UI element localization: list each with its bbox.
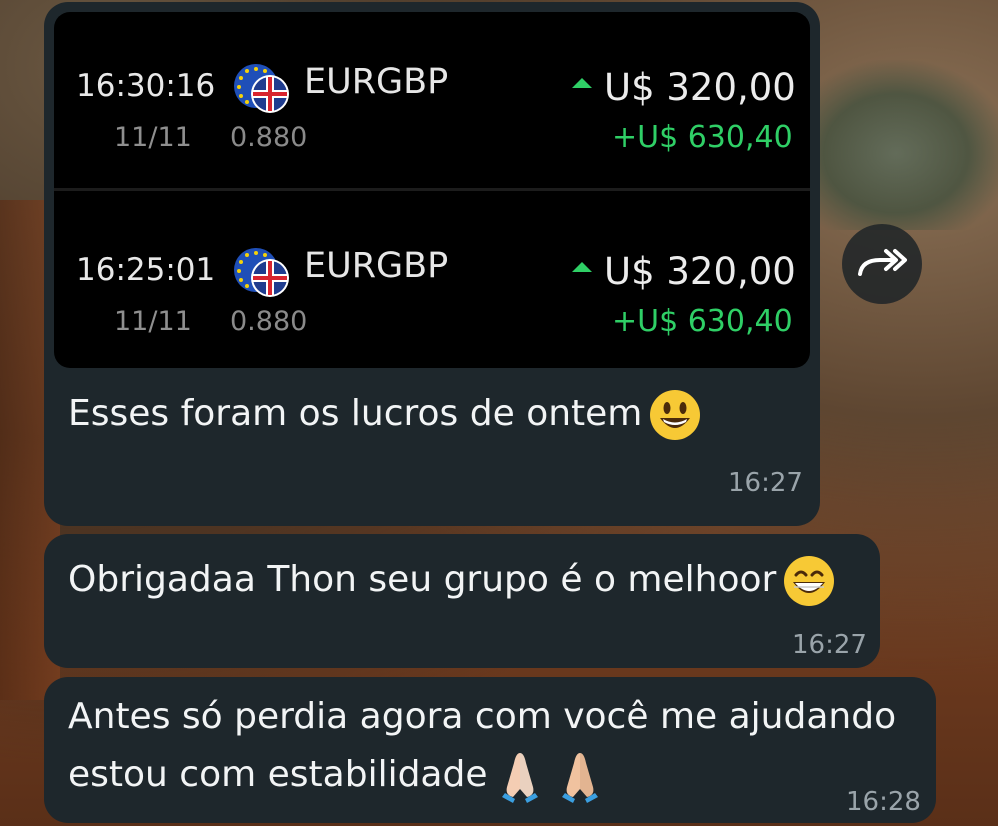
- message-timestamp: 16:28: [846, 787, 921, 817]
- folded-hands-emoji: [502, 753, 539, 803]
- trade-profit: +U$ 630,40: [612, 304, 793, 339]
- trade-date: 11/11: [114, 306, 192, 337]
- message-text: Obrigadaa Thon seu grupo é o melhoor: [68, 552, 836, 608]
- trade-time: 16:25:01: [76, 252, 216, 288]
- message-bubble[interactable]: Obrigadaa Thon seu grupo é o melhoor 16:…: [44, 534, 880, 668]
- message-text-line: Antes só perdia agora com você me ajudan…: [68, 696, 897, 737]
- trade-amount: U$ 320,00: [604, 250, 796, 293]
- message-timestamp: 16:27: [728, 468, 803, 498]
- trade-date: 11/11: [114, 122, 192, 153]
- message-text: estou com estabilidade: [68, 747, 607, 803]
- message-text-content: Obrigadaa Thon seu grupo é o melhoor: [68, 559, 777, 600]
- trade-amount: U$ 320,00: [604, 66, 796, 109]
- trade-price: 0.880: [230, 122, 308, 153]
- forward-button[interactable]: [842, 224, 922, 304]
- message-text: Esses foram os lucros de ontem: [68, 386, 702, 442]
- trade-profit: +U$ 630,40: [612, 120, 793, 155]
- beaming-face-emoji: [784, 556, 835, 606]
- row-divider: [54, 188, 810, 191]
- up-arrow-icon: [572, 78, 592, 88]
- trade-history-image[interactable]: 16:30:16 11/11 EURGBP 0.880 U$ 320,00 +U…: [54, 12, 810, 368]
- message-bubble-image[interactable]: 16:30:16 11/11 EURGBP 0.880 U$ 320,00 +U…: [44, 2, 820, 526]
- trade-pair: EURGBP: [304, 62, 449, 102]
- trade-price: 0.880: [230, 306, 308, 337]
- background-scarf: [820, 60, 998, 230]
- up-arrow-icon: [572, 262, 592, 272]
- grinning-face-emoji: [650, 390, 701, 440]
- message-text-content: estou com estabilidade: [68, 754, 488, 795]
- folded-hands-emoji: [562, 753, 599, 803]
- forward-arrow-icon: [858, 249, 907, 276]
- message-text-content: Esses foram os lucros de ontem: [68, 393, 643, 434]
- trade-row: 16:30:16 11/11 EURGBP 0.880 U$ 320,00 +U…: [54, 12, 810, 184]
- trade-time: 16:30:16: [76, 68, 216, 104]
- eur-gbp-flag-icon: [234, 248, 289, 297]
- trade-pair: EURGBP: [304, 246, 449, 286]
- message-bubble[interactable]: Antes só perdia agora com você me ajudan…: [44, 677, 936, 823]
- trade-row: 16:25:01 11/11 EURGBP 0.880 U$ 320,00 +U…: [54, 196, 810, 368]
- message-timestamp: 16:27: [792, 630, 867, 660]
- eur-gbp-flag-icon: [234, 64, 289, 113]
